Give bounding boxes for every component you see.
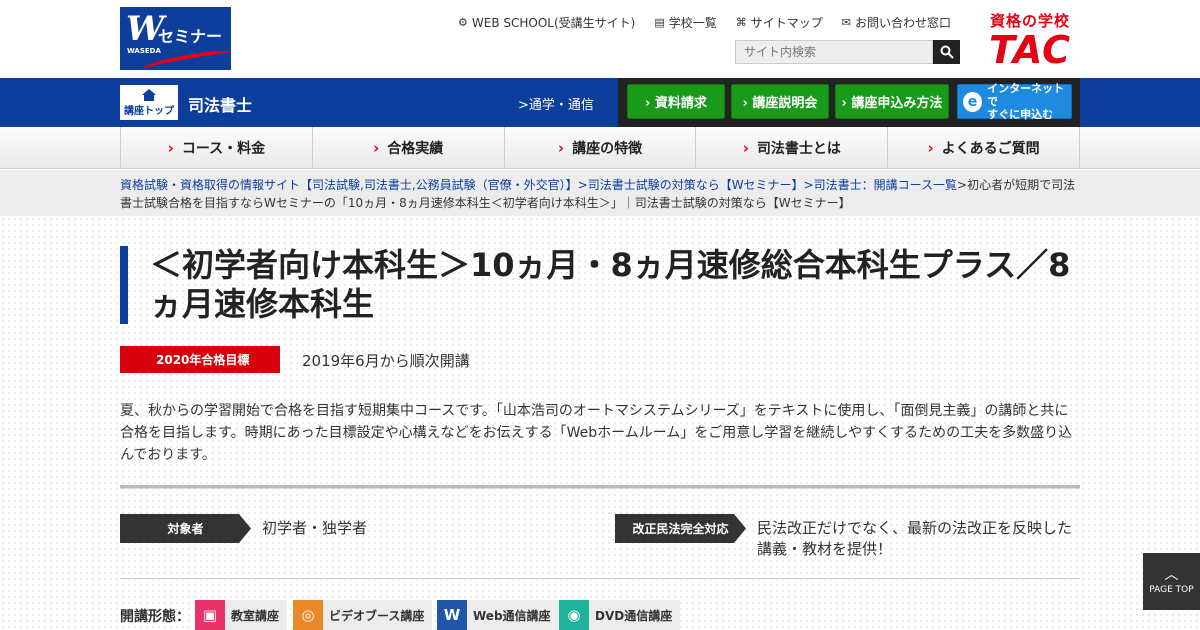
utility-links: ⚙ WEB SCHOOL(受講生サイト) ▤ 学校一覧 ⌘ サイトマップ ✉ お… xyxy=(458,14,951,31)
nav-label: 司法書士とは xyxy=(756,141,841,157)
search-icon xyxy=(940,45,954,59)
nav-label: 合格実績 xyxy=(387,141,444,157)
breadcrumb-link-shiho[interactable]: >司法書士試験の対策なら【Wセミナー】 xyxy=(578,178,804,192)
format-label-text: 教室講座 xyxy=(231,608,280,623)
building-icon: ▤ xyxy=(654,16,665,29)
breadcrumb-bar: 資格試験・資格取得の情報サイト【司法試験,司法書士,公務員試験（官僚・外交官）】… xyxy=(0,170,1200,216)
page-top-button[interactable]: ︿ PAGE TOP xyxy=(1143,553,1200,610)
course-top-label: 講座トップ xyxy=(124,105,174,117)
nav-label: よくあるご質問 xyxy=(941,141,1040,157)
search-button[interactable] xyxy=(933,40,960,64)
nav-results[interactable]: › 合格実績 xyxy=(313,127,505,169)
video-booth-icon: ◎ xyxy=(293,600,323,630)
tac-wordmark: TAC xyxy=(988,28,1072,72)
chevron-right-icon: › xyxy=(373,139,380,157)
util-link-label: WEB SCHOOL(受講生サイト) xyxy=(471,16,636,30)
internet-icon: e xyxy=(963,91,983,112)
web-icon: W xyxy=(437,600,467,630)
page-top-label: PAGE TOP xyxy=(1149,584,1194,595)
format-label-text: DVD通信講座 xyxy=(595,608,673,623)
w-seminar-logo[interactable]: W セミナー WASEDA xyxy=(120,7,231,70)
logo-sub: WASEDA xyxy=(127,47,161,55)
section-divider xyxy=(120,578,1080,579)
start-date-text: 2019年6月から順次開講 xyxy=(302,352,470,370)
subject-title: 司法書士 xyxy=(188,96,253,115)
util-link-label: サイトマップ xyxy=(750,16,823,30)
breadcrumb-link-courses[interactable]: >司法書士：開講コース一覧 xyxy=(804,178,957,192)
request-materials-button[interactable]: › 資料請求 xyxy=(627,84,725,119)
dvd-icon: ◉ xyxy=(559,600,589,630)
gear-icon: ⚙ xyxy=(458,16,468,29)
chevron-up-icon: ︿ xyxy=(1164,566,1179,583)
site-search-input[interactable] xyxy=(735,40,933,64)
util-link-label: お問い合わせ窓口 xyxy=(855,16,952,30)
chevron-right-icon: › xyxy=(557,139,565,157)
breadcrumb: 資格試験・資格取得の情報サイト【司法試験,司法書士,公務員試験（官僚・外交官）】… xyxy=(120,176,1080,212)
util-link-label: 学校一覧 xyxy=(668,16,717,30)
format-video-booth[interactable]: ◎ ビデオブース講座 xyxy=(293,600,433,630)
course-description: 夏、秋からの学習開始で合格を目指す短期集中コースです。「山本浩司のオートマシステ… xyxy=(120,403,1073,463)
course-bar: 講座トップ 司法書士 >通学・通信 › 資料請求 › 講座説明会 › 講座申込み… xyxy=(0,78,1200,127)
apply-online-label: インターネットで すぐに申込む xyxy=(987,82,1071,121)
format-classroom[interactable]: ▣ 教室講座 xyxy=(195,600,288,630)
nav-label: コース・料金 xyxy=(181,141,266,157)
classroom-icon: ▣ xyxy=(195,600,225,630)
format-label: 開講形態： xyxy=(120,609,190,625)
global-nav: › コース・料金 › 合格実績 › 講座の特徴 › 司法書士とは › よくあるご… xyxy=(0,127,1200,169)
apply-online-line1: インターネットで xyxy=(987,82,1065,108)
page-title: ＜初学者向け本科生＞10ヵ月・8ヵ月速修総合本科生プラス／8ヵ月速修本科生 xyxy=(120,246,1080,324)
nav-faq[interactable]: › よくあるご質問 xyxy=(888,127,1080,169)
logo-kana: セミナー xyxy=(158,27,223,46)
tac-logo[interactable]: 資格の学校 TAC xyxy=(980,10,1080,70)
chevron-right-icon: › xyxy=(927,139,934,157)
apply-online-line2: すぐに申込む xyxy=(987,108,1054,121)
util-link-schools[interactable]: ▤ 学校一覧 xyxy=(654,14,716,31)
apply-online-button[interactable]: e インターネットで すぐに申込む xyxy=(957,82,1072,121)
info-session-button[interactable]: › 講座説明会 xyxy=(731,84,829,119)
sitemap-icon: ⌘ xyxy=(735,16,747,29)
util-link-contact[interactable]: ✉ お問い合わせ窓口 xyxy=(842,14,951,31)
site-header: W セミナー WASEDA ⚙ WEB SCHOOL(受講生サイト) ▤ 学校一… xyxy=(0,0,1200,78)
util-link-sitemap[interactable]: ⌘ サイトマップ xyxy=(736,14,823,31)
home-icon-body xyxy=(144,94,154,101)
course-top-button[interactable]: 講座トップ xyxy=(120,85,178,120)
main-content: ＜初学者向け本科生＞10ヵ月・8ヵ月速修総合本科生プラス／8ヵ月速修本科生 20… xyxy=(120,216,1080,630)
nav-about[interactable]: › 司法書士とは xyxy=(696,127,889,169)
format-label-text: ビデオブース講座 xyxy=(329,608,425,623)
chevron-right-icon: › xyxy=(742,139,749,157)
mode-link[interactable]: >通学・通信 xyxy=(518,94,594,113)
nav-course-fees[interactable]: › コース・料金 xyxy=(121,127,313,169)
audience-tag: 対象者 xyxy=(120,514,251,543)
util-link-webschool[interactable]: ⚙ WEB SCHOOL(受講生サイト) xyxy=(458,14,635,31)
format-web[interactable]: W Web通信講座 xyxy=(437,600,559,630)
target-year-badge: 2020年合格目標 xyxy=(120,346,280,373)
apply-method-button[interactable]: › 講座申込み方法 xyxy=(835,84,949,119)
nav-features[interactable]: › 講座の特徴 xyxy=(505,127,697,169)
cta-group: › 資料請求 › 講座説明会 › 講座申込み方法 e インターネットで すぐに申… xyxy=(618,78,1080,127)
format-dvd[interactable]: ◉ DVD通信講座 xyxy=(559,600,681,630)
format-label-text: Web通信講座 xyxy=(473,608,551,623)
civil-law-tag: 改正民法完全対応 xyxy=(615,514,746,543)
section-divider xyxy=(120,485,1080,489)
civil-law-text: 民法改正だけでなく、最新の法改正を反映した講義・教材を提供！ xyxy=(757,519,1073,558)
mail-icon: ✉ xyxy=(841,16,851,29)
chevron-right-icon: › xyxy=(167,139,174,157)
nav-label: 講座の特徴 xyxy=(572,141,643,157)
breadcrumb-link-home[interactable]: 資格試験・資格取得の情報サイト【司法試験,司法書士,公務員試験（官僚・外交官）】 xyxy=(120,178,578,192)
audience-text: 初学者・独学者 xyxy=(262,519,368,537)
